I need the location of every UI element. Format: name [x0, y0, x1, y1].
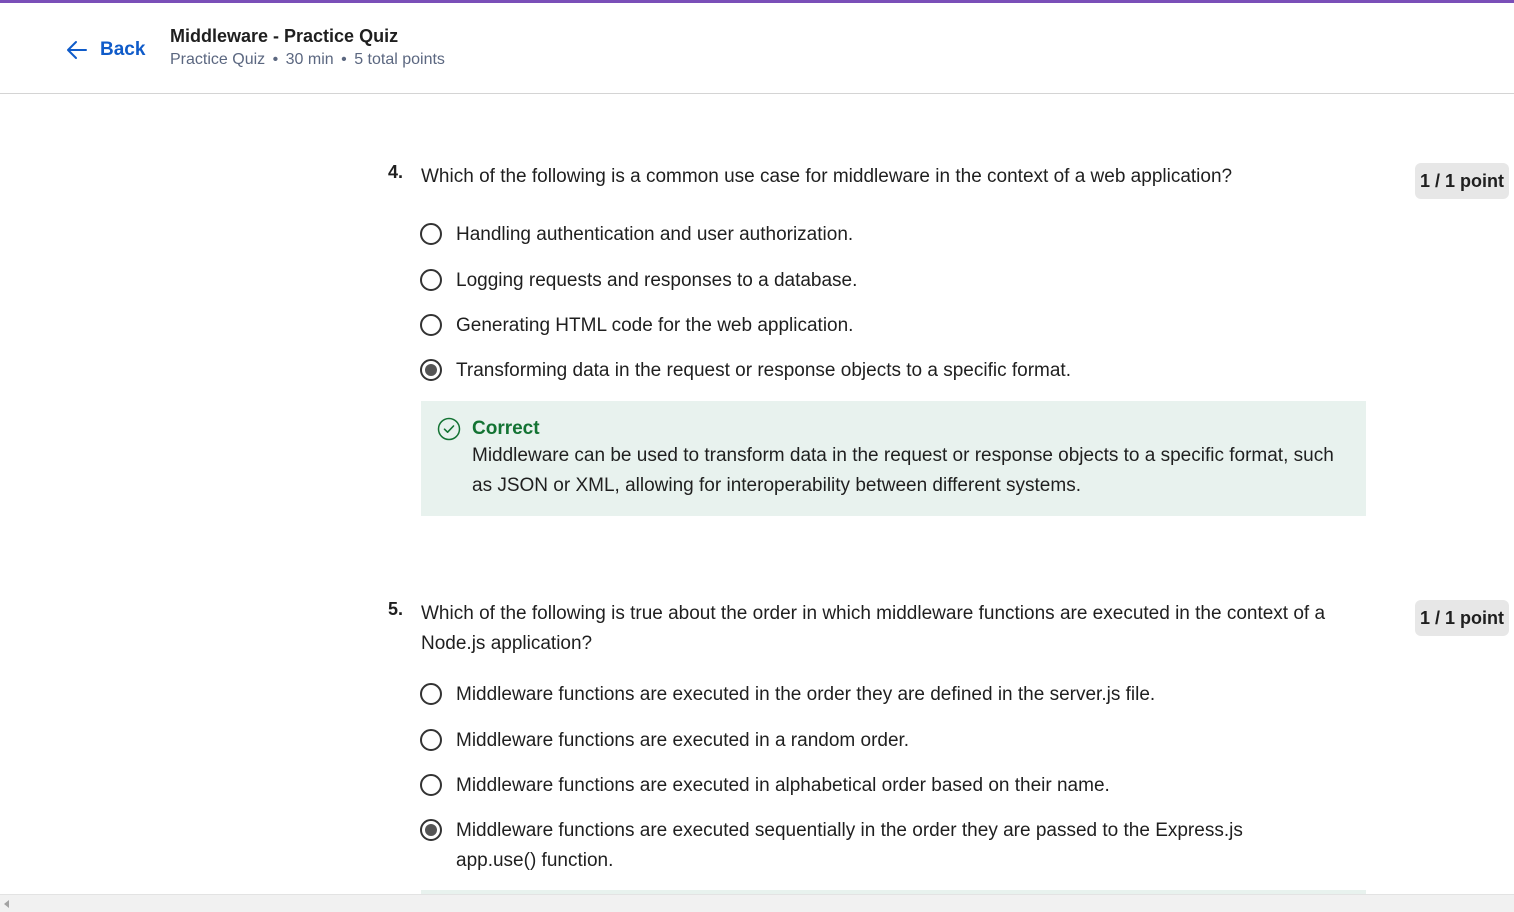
quiz-points: 5 total points	[354, 51, 445, 68]
meta-separator: •	[341, 51, 347, 68]
scroll-left-arrow-icon[interactable]	[4, 900, 9, 908]
score-badge: 1 / 1 point	[1415, 600, 1509, 636]
option-label: Generating HTML code for the web applica…	[456, 315, 854, 336]
quiz-title-block: Middleware - Practice Quiz Practice Quiz…	[170, 25, 445, 70]
feedback-panel: Correct Middleware can be used to transf…	[421, 401, 1366, 516]
quiz-type: Practice Quiz	[170, 51, 266, 68]
radio-button[interactable]	[420, 683, 442, 705]
meta-separator: •	[272, 51, 279, 68]
option-label: Middleware functions are executed sequen…	[456, 820, 1243, 871]
option-item-selected[interactable]: Transforming data in the request or resp…	[420, 356, 1071, 386]
option-item[interactable]: Logging requests and responses to a data…	[420, 266, 857, 296]
radio-button[interactable]	[420, 774, 442, 796]
option-label: Transforming data in the request or resp…	[456, 360, 1071, 381]
option-item[interactable]: Generating HTML code for the web applica…	[420, 311, 853, 341]
quiz-header: Back Middleware - Practice Quiz Practice…	[0, 3, 1514, 94]
back-label: Back	[100, 39, 146, 60]
quiz-meta: Practice Quiz • 30 min • 5 total points	[170, 50, 445, 70]
option-label: Handling authentication and user authori…	[456, 224, 854, 245]
option-item[interactable]: Middleware functions are executed in alp…	[420, 771, 1110, 801]
option-item-selected[interactable]: Middleware functions are executed sequen…	[420, 816, 1320, 876]
radio-button-selected[interactable]	[420, 359, 442, 381]
question-text: Which of the following is a common use c…	[421, 166, 1233, 187]
horizontal-scrollbar[interactable]	[0, 894, 1514, 912]
radio-button[interactable]	[420, 729, 442, 751]
radio-button[interactable]	[420, 314, 442, 336]
option-label: Middleware functions are executed in alp…	[456, 775, 1110, 796]
radio-button[interactable]	[420, 269, 442, 291]
page-title: Middleware - Practice Quiz	[170, 26, 399, 46]
arrow-left-icon	[64, 37, 90, 63]
feedback-status: Correct	[472, 418, 540, 439]
option-label: Logging requests and responses to a data…	[456, 270, 858, 291]
question-text: Which of the following is true about the…	[421, 603, 1326, 654]
radio-button-selected[interactable]	[420, 819, 442, 841]
question-number: 4.	[388, 162, 404, 182]
quiz-duration: 30 min	[285, 51, 334, 68]
option-item[interactable]: Middleware functions are executed in a r…	[420, 726, 909, 756]
option-label: Middleware functions are executed in the…	[456, 684, 1156, 705]
option-item[interactable]: Middleware functions are executed in the…	[420, 680, 1155, 710]
check-circle-icon	[437, 417, 461, 441]
back-button[interactable]: Back	[64, 35, 145, 65]
score-badge: 1 / 1 point	[1415, 163, 1509, 199]
option-item[interactable]: Handling authentication and user authori…	[420, 220, 853, 250]
option-label: Middleware functions are executed in a r…	[456, 730, 910, 751]
radio-button[interactable]	[420, 223, 442, 245]
question-number: 5.	[388, 599, 404, 619]
feedback-text: Middleware can be used to transform data…	[472, 445, 1334, 496]
